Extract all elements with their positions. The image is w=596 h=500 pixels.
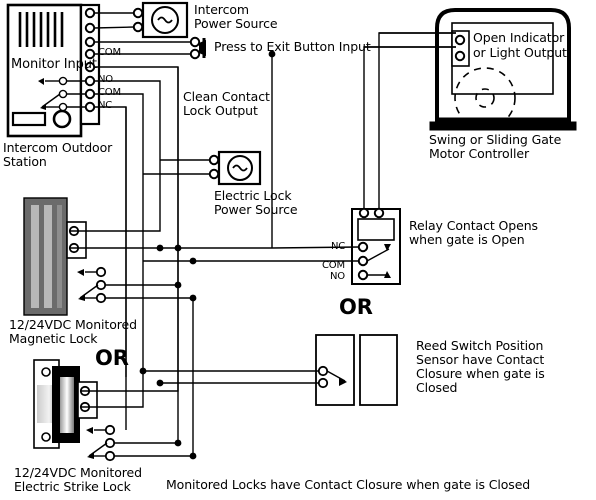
terminal-label-com-bottom: COM — [98, 87, 121, 98]
intercom-station-caption-line2: Station — [3, 154, 47, 169]
terminal-label-com-top: COM — [98, 47, 121, 58]
terminal-label-no: NO — [98, 74, 113, 85]
or-label-left: OR — [95, 346, 129, 370]
magnetic-lock-contact-arrowheads — [77, 269, 85, 301]
relay-terminal-nc-label: NC — [331, 241, 346, 252]
diagram-graphics — [6, 1, 577, 462]
relay-terminal-no-label: NO — [330, 271, 345, 282]
strike-lock-caption-line2: Electric Strike Lock — [14, 479, 131, 494]
relay-terminal-com-label: COM — [322, 260, 345, 271]
intercom-power-caption-line2: Power Source — [194, 16, 278, 31]
monitor-input-label: Monitor Input — [11, 57, 97, 72]
reed-switch-caption-line4: Closed — [416, 380, 458, 395]
electric-lock-power-source-symbol — [208, 150, 262, 186]
press-to-exit-label: Press to Exit Button Input — [214, 39, 371, 54]
or-label-middle: OR — [339, 295, 373, 319]
electric-lock-power-caption-line2: Power Source — [214, 202, 298, 217]
clean-contact-caption-line2: Lock Output — [183, 103, 258, 118]
terminal-label-nc: NC — [98, 100, 113, 111]
magnetic-lock-body — [23, 197, 87, 316]
intercom-power-source-symbol — [93, 1, 189, 39]
reed-switch-sensor-body — [315, 334, 398, 406]
footer-note: Monitored Locks have Contact Closure whe… — [166, 477, 531, 492]
gate-controller-caption-line2: Motor Controller — [429, 146, 529, 161]
gate-motor-controller-body — [429, 8, 577, 131]
strike-lock-contact-arrowheads — [86, 427, 94, 459]
relay-caption-line2: when gate is Open — [409, 232, 525, 247]
relay-module-body — [351, 180, 401, 285]
electric-strike-lock-body — [33, 359, 98, 449]
gate-output-label-line1: Open Indicator — [473, 30, 565, 45]
wiring-diagram-canvas: Monitor Input COM NO COM NC Intercom Out… — [0, 0, 596, 500]
gate-output-label-line2: or Light Output — [473, 45, 567, 60]
magnetic-lock-caption-line2: Magnetic Lock — [9, 331, 98, 346]
